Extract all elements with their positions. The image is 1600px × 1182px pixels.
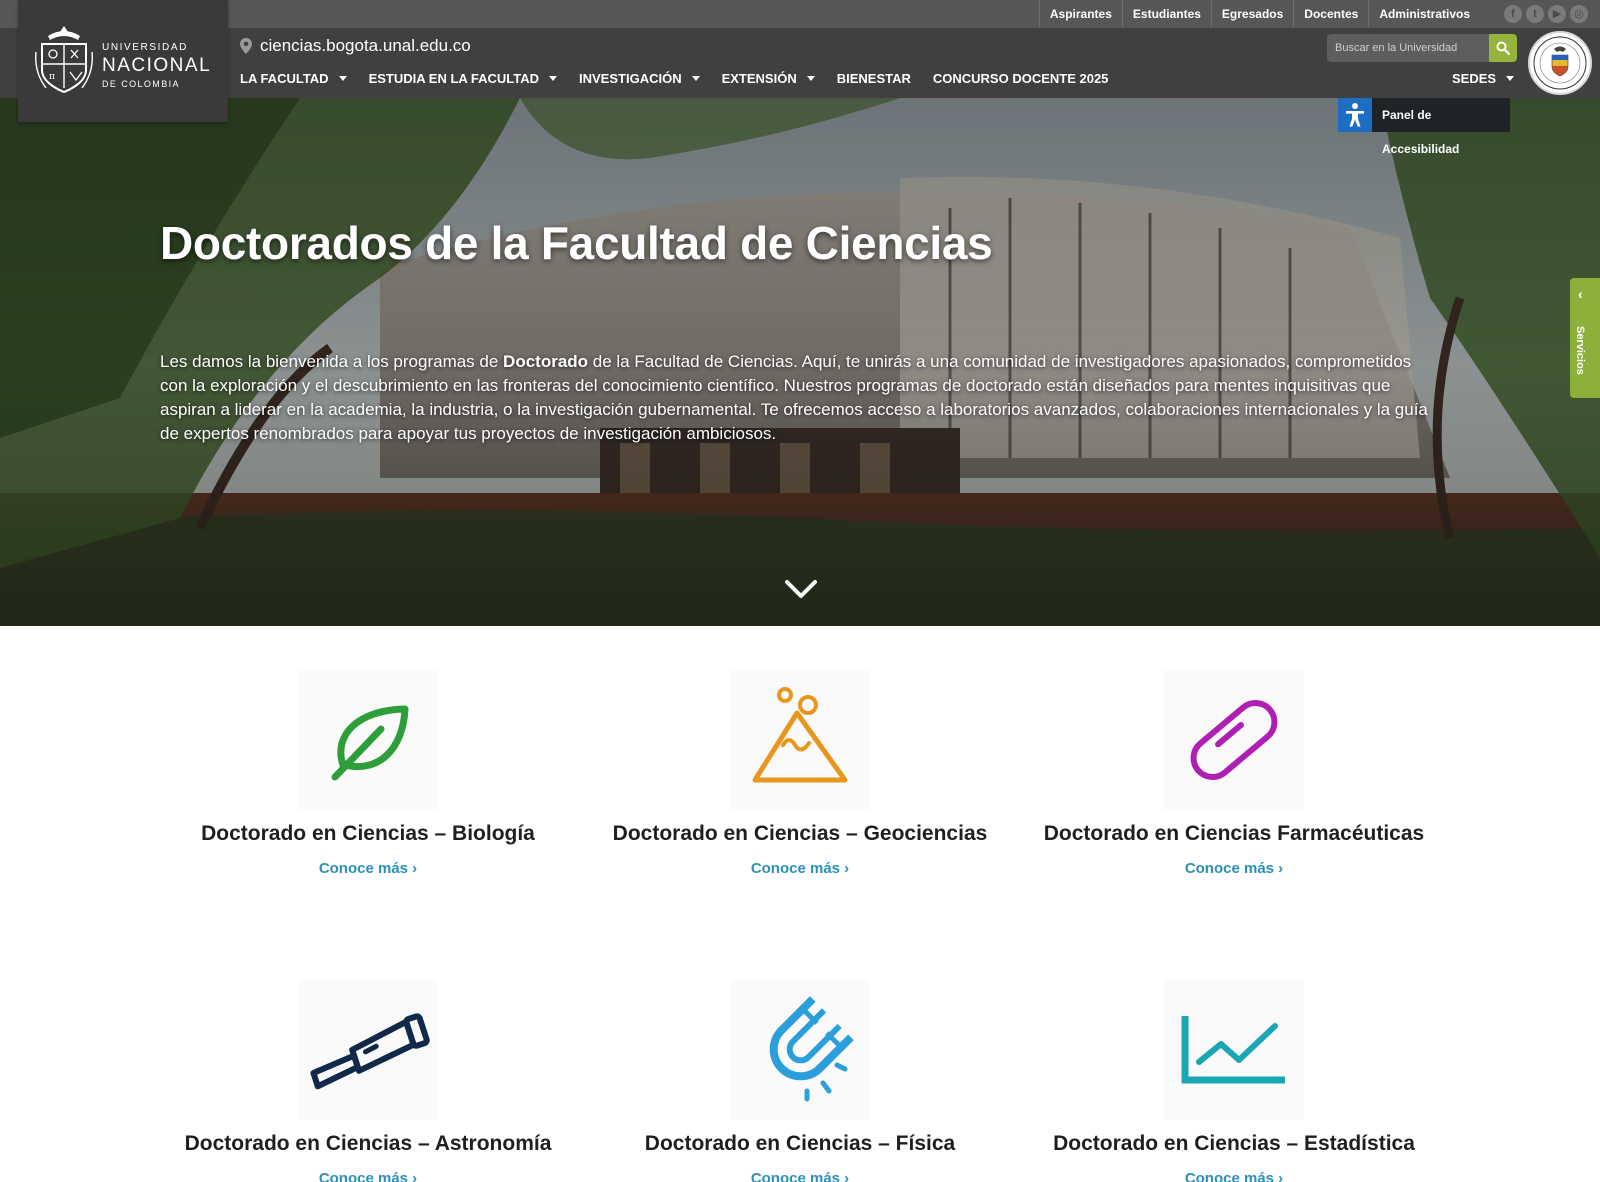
logo-line-2: NACIONAL <box>102 55 212 76</box>
conoce-mas-link[interactable]: Conoce más › <box>1185 1170 1283 1182</box>
conoce-mas-link[interactable]: Conoce más › <box>1185 860 1283 877</box>
link-administrativos[interactable]: Administrativos <box>1368 0 1480 28</box>
program-card-biologia: Doctorado en Ciencias – Biología Conoce … <box>158 670 578 878</box>
location-pin-icon <box>240 38 252 54</box>
link-docentes[interactable]: Docentes <box>1293 0 1368 28</box>
hero-banner: Doctorados de la Facultad de Ciencias Le… <box>0 98 1600 626</box>
university-search <box>1327 34 1517 62</box>
hero-description: Les damos la bienvenida a los programas … <box>160 350 1430 446</box>
nav-label: INVESTIGACIÓN <box>579 71 682 86</box>
program-icon-box <box>1164 670 1304 810</box>
sedes-dropdown[interactable]: SEDES <box>1452 71 1515 86</box>
volcano-icon <box>752 687 848 783</box>
nav-concurso-docente[interactable]: CONCURSO DOCENTE 2025 <box>933 71 1109 86</box>
logo-line-3: DE COLOMBIA <box>102 79 180 89</box>
search-button[interactable] <box>1489 34 1517 62</box>
main-nav: LA FACULTAD ESTUDIA EN LA FACULTAD INVES… <box>240 71 1130 86</box>
pill-icon <box>1190 700 1278 780</box>
caret-down-icon <box>691 76 700 81</box>
conoce-mas-link[interactable]: Conoce más › <box>751 1170 849 1182</box>
search-input[interactable] <box>1327 34 1489 62</box>
caret-down-icon <box>1506 76 1515 81</box>
services-label: Servicios <box>1574 326 1586 375</box>
magnet-icon <box>769 996 854 1102</box>
twitter-icon[interactable]: t <box>1526 5 1544 23</box>
caret-down-icon <box>806 76 815 81</box>
nav-estudia-en-la-facultad[interactable]: ESTUDIA EN LA FACULTAD <box>368 71 558 86</box>
accessibility-panel-button[interactable]: Panel de Accesibilidad <box>1338 98 1510 156</box>
program-card-astronomia: Doctorado en Ciencias – Astronomía Conoc… <box>158 980 578 1182</box>
chevron-left-icon: ‹ <box>1578 286 1583 302</box>
search-icon <box>1496 41 1510 55</box>
program-icon-box <box>298 670 438 810</box>
program-icon-box <box>1164 980 1304 1120</box>
program-icon-box <box>730 670 870 810</box>
nav-label: ESTUDIA EN LA FACULTAD <box>368 71 540 86</box>
program-card-fisica: Doctorado en Ciencias – Física Conoce má… <box>590 980 1010 1182</box>
main-header: ciencias.bogota.unal.edu.co LA FACULTAD … <box>0 28 1600 98</box>
site-url[interactable]: ciencias.bogota.unal.edu.co <box>240 36 471 56</box>
top-bar: Aspirantes Estudiantes Egresados Docente… <box>0 0 1600 28</box>
republica-de-colombia-seal[interactable] <box>1528 31 1592 95</box>
hero-title: Doctorados de la Facultad de Ciencias <box>160 217 993 269</box>
hero-text-part-1: Les damos la bienvenida a los programas … <box>160 352 504 371</box>
logo-line-1: UNIVERSIDAD <box>102 42 188 53</box>
caret-down-icon <box>549 76 558 81</box>
conoce-mas-link[interactable]: Conoce más › <box>751 860 849 877</box>
social-links: f t ▶ ◎ <box>1504 5 1588 23</box>
program-card-geociencias: Doctorado en Ciencias – Geociencias Cono… <box>590 670 1010 878</box>
leaf-icon <box>331 705 409 781</box>
nav-bienestar[interactable]: BIENESTAR <box>837 71 911 86</box>
accessibility-label: Panel de Accesibilidad <box>1372 98 1510 156</box>
nav-label: BIENESTAR <box>836 71 911 86</box>
chevron-down-icon[interactable] <box>784 578 818 600</box>
program-title: Doctorado en Ciencias – Biología <box>201 822 535 845</box>
nav-investigacion[interactable]: INVESTIGACIÓN <box>579 71 700 86</box>
program-title: Doctorado en Ciencias – Estadística <box>1053 1132 1415 1155</box>
hero-text-bold: Doctorado <box>503 352 589 371</box>
program-card-farmaceuticas: Doctorado en Ciencias Farmacéuticas Cono… <box>1024 670 1444 878</box>
rss-icon[interactable]: ◎ <box>1570 5 1588 23</box>
colombia-coat-of-arms-icon <box>1533 36 1587 90</box>
program-icon-box <box>730 980 870 1120</box>
nav-la-facultad[interactable]: LA FACULTAD <box>240 71 347 86</box>
program-title: Doctorado en Ciencias Farmacéuticas <box>1043 822 1425 845</box>
caret-down-icon <box>338 76 347 81</box>
program-title: Doctorado en Ciencias – Geociencias <box>612 822 988 845</box>
accessibility-icon <box>1346 103 1364 127</box>
facebook-icon[interactable]: f <box>1504 5 1522 23</box>
nav-label: LA FACULTAD <box>240 71 329 86</box>
link-aspirantes[interactable]: Aspirantes <box>1038 0 1122 28</box>
sedes-label: SEDES <box>1452 71 1497 86</box>
nav-label: CONCURSO DOCENTE 2025 <box>932 71 1109 86</box>
nav-extension[interactable]: EXTENSIÓN <box>722 71 815 86</box>
accessibility-icon-box <box>1338 98 1372 132</box>
conoce-mas-link[interactable]: Conoce más › <box>319 860 417 877</box>
services-side-tab[interactable]: ‹ Servicios <box>1570 278 1600 398</box>
program-icon-box <box>298 980 438 1120</box>
line-chart-icon <box>1181 1016 1285 1084</box>
unal-wordmark: UNIVERSIDAD NACIONAL DE COLOMBIA <box>102 42 211 89</box>
link-estudiantes[interactable]: Estudiantes <box>1121 0 1211 28</box>
conoce-mas-link[interactable]: Conoce más › <box>319 1170 417 1182</box>
link-egresados[interactable]: Egresados <box>1210 0 1293 28</box>
audience-links: Aspirantes Estudiantes Egresados Docente… <box>1038 0 1480 28</box>
svg-text:π: π <box>49 72 55 82</box>
youtube-icon[interactable]: ▶ <box>1548 5 1566 23</box>
unal-logo[interactable]: π UNIVERSIDAD NACIONAL DE COLOMBIA <box>18 0 228 122</box>
unal-seal-icon: π <box>35 26 93 94</box>
site-url-text: ciencias.bogota.unal.edu.co <box>260 36 471 55</box>
program-title: Doctorado en Ciencias – Astronomía <box>184 1132 552 1155</box>
program-title: Doctorado en Ciencias – Física <box>644 1132 956 1155</box>
telescope-icon <box>310 1013 430 1090</box>
program-card-estadistica: Doctorado en Ciencias – Estadística Cono… <box>1024 980 1444 1182</box>
nav-label: EXTENSIÓN <box>721 71 797 86</box>
